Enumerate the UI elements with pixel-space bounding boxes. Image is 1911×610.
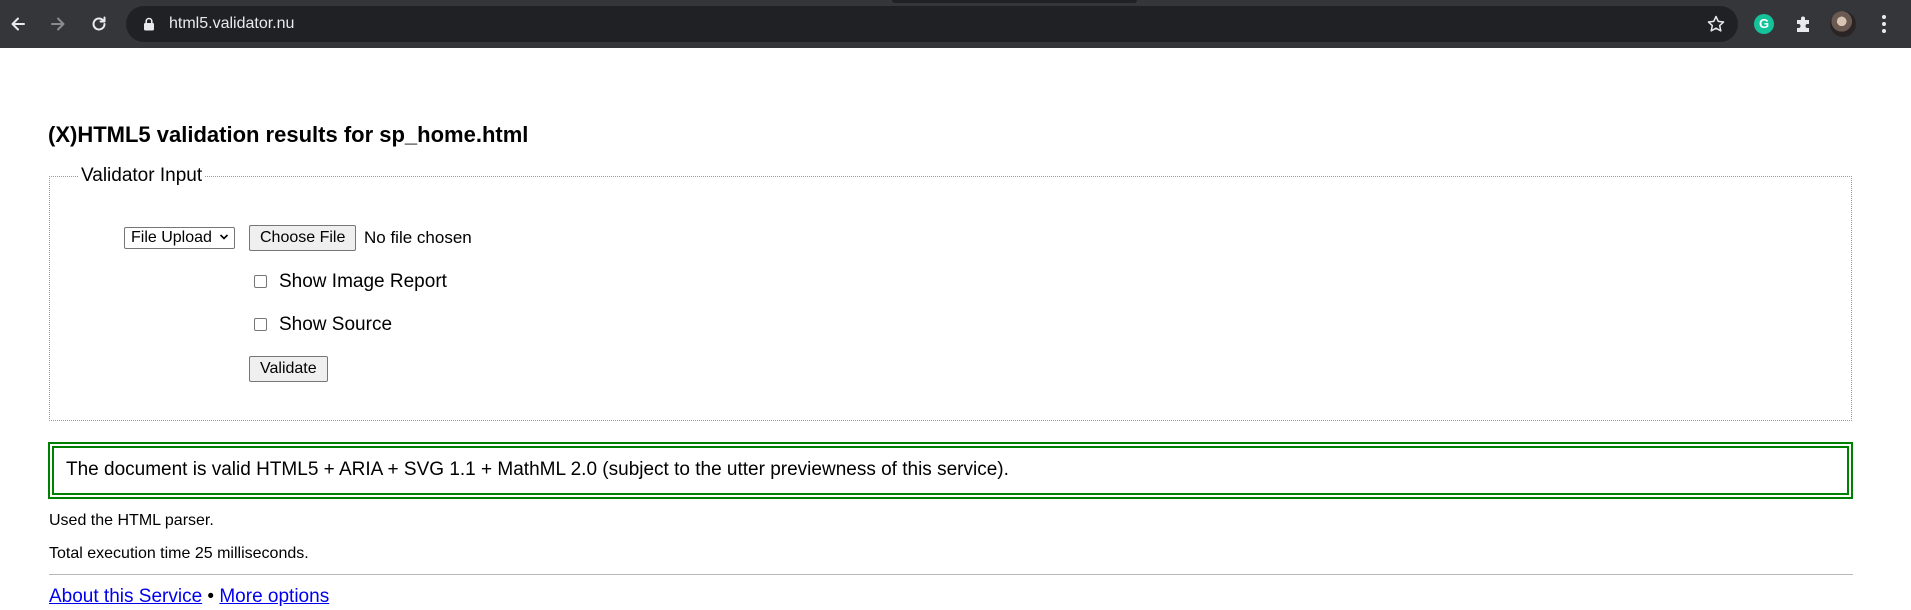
tab-strip-edge (892, 0, 1137, 3)
arrow-left-icon (11, 17, 25, 31)
more-options-link[interactable]: More options (219, 586, 329, 607)
address-bar[interactable]: html5.validator.nu (126, 6, 1738, 42)
show-source-label[interactable]: Show Source (279, 313, 392, 337)
grammarly-icon: G (1754, 14, 1774, 34)
validator-input-fieldset (49, 176, 1852, 421)
kebab-menu-icon (1882, 15, 1886, 33)
browser-toolbar: html5.validator.nu G (0, 0, 1911, 48)
validate-button[interactable]: Validate (249, 356, 328, 382)
chevron-down-icon (219, 234, 229, 240)
show-source-checkbox[interactable] (254, 318, 267, 331)
choose-file-button[interactable]: Choose File (249, 225, 357, 251)
url-text[interactable]: html5.validator.nu (169, 6, 294, 42)
parser-note: Used the HTML parser. (49, 512, 214, 529)
arrow-right-icon (51, 17, 65, 31)
show-image-report-checkbox[interactable] (254, 275, 267, 288)
back-button[interactable] (5, 11, 31, 37)
fieldset-legend: Validator Input (79, 163, 205, 189)
lock-icon (144, 17, 154, 31)
execution-time-note: Total execution time 25 milliseconds. (49, 545, 309, 562)
puzzle-icon (1797, 16, 1809, 32)
show-image-report-label[interactable]: Show Image Report (279, 270, 447, 294)
star-icon[interactable] (1706, 14, 1726, 34)
validation-success-message: The document is valid HTML5 + ARIA + SVG… (66, 459, 1009, 480)
reload-icon (92, 16, 106, 31)
footer-links: About this Service • More options (49, 584, 329, 610)
grammarly-extension-button[interactable]: G (1752, 12, 1776, 36)
avatar (1830, 11, 1856, 37)
profile-button[interactable] (1829, 10, 1857, 38)
file-status-text: No file chosen (364, 228, 472, 247)
input-mode-selected: File Upload (131, 229, 212, 246)
footer-separator: • (207, 586, 215, 607)
browser-menu-button[interactable] (1872, 12, 1896, 36)
input-mode-select[interactable]: File Upload (124, 227, 235, 249)
reload-button[interactable] (86, 11, 112, 37)
about-service-link[interactable]: About this Service (49, 586, 202, 607)
footer-divider (49, 574, 1853, 575)
extensions-button[interactable] (1792, 12, 1816, 36)
forward-button[interactable] (45, 11, 71, 37)
page-title: (X)HTML5 validation results for sp_home.… (48, 122, 529, 147)
